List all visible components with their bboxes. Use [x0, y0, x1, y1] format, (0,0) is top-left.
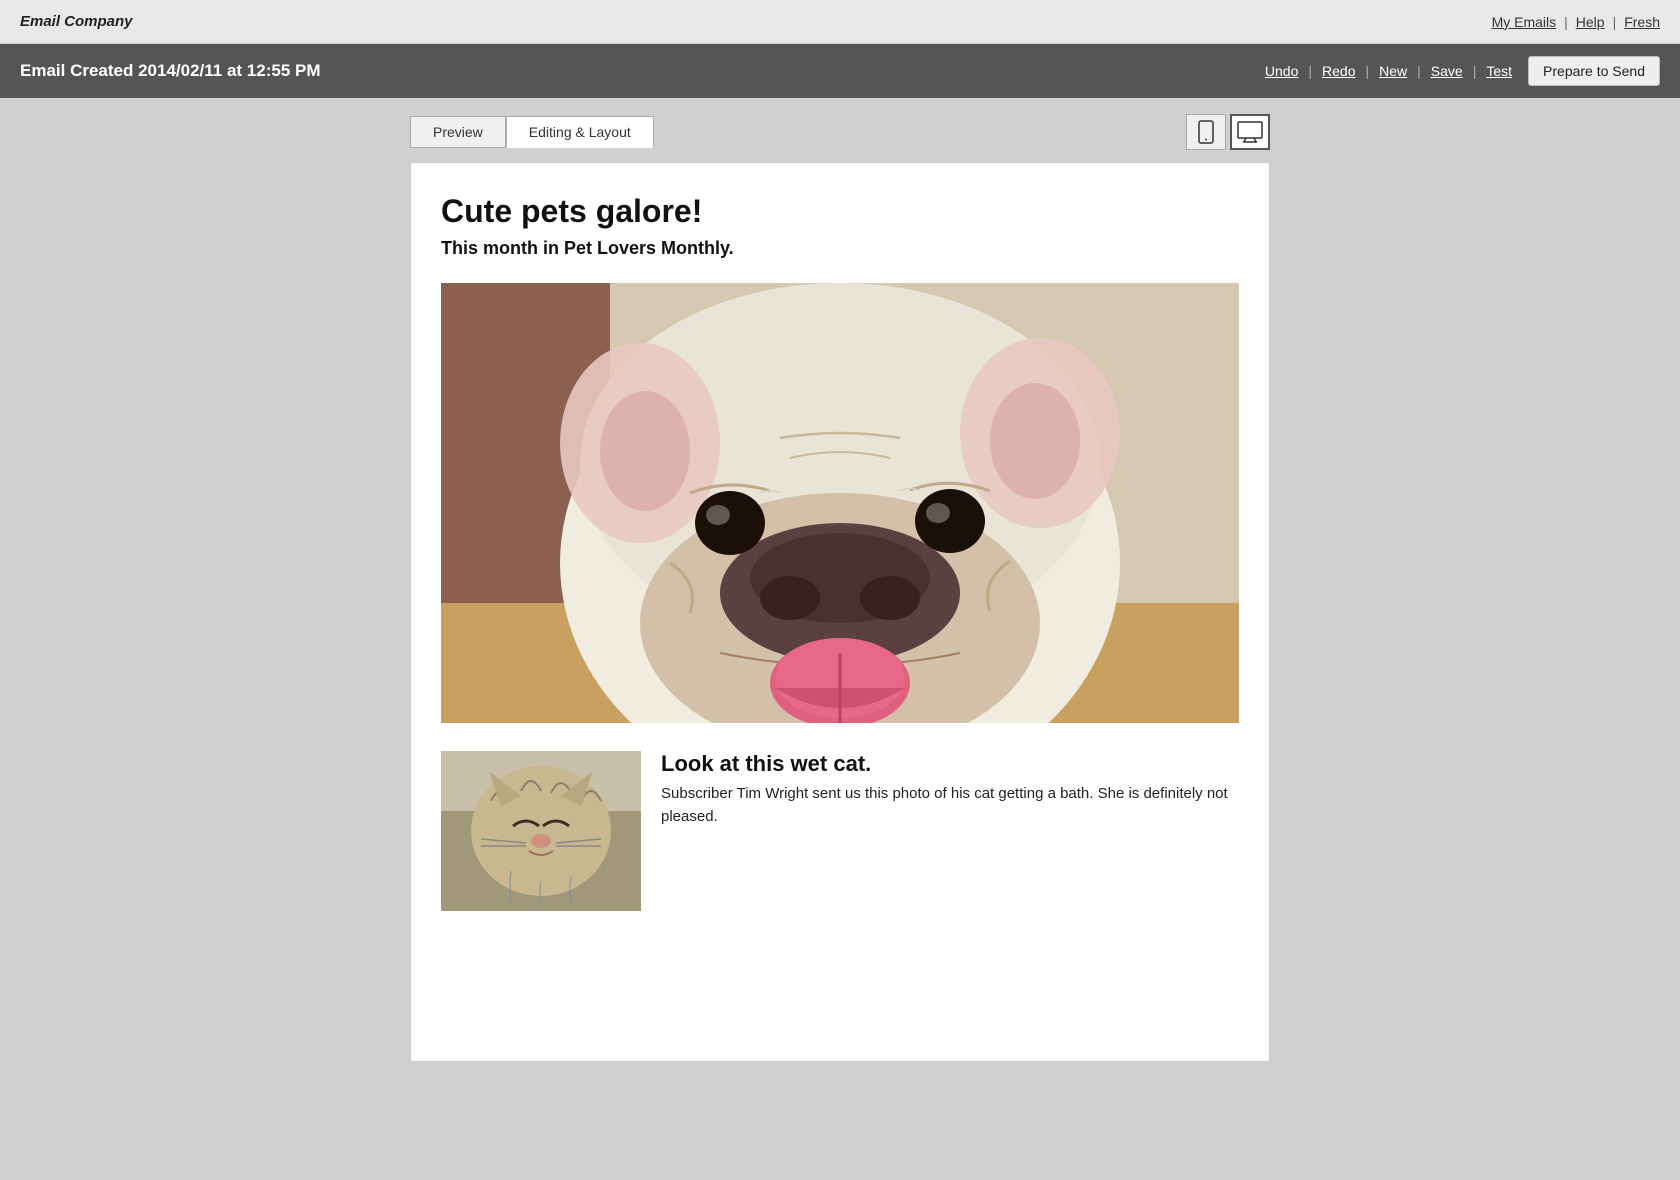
tab-bar: Preview Editing & Layout — [410, 114, 1270, 150]
cat-svg — [441, 751, 641, 911]
prepare-to-send-button[interactable]: Prepare to Send — [1528, 56, 1660, 86]
my-emails-link[interactable]: My Emails — [1492, 14, 1557, 30]
device-toggles — [1186, 114, 1270, 150]
email-heading: Cute pets galore! — [441, 193, 1239, 230]
email-preview-panel: Cute pets galore! This month in Pet Love… — [410, 162, 1270, 1062]
content-area: Preview Editing & Layout — [0, 98, 1680, 1078]
save-button[interactable]: Save — [1427, 63, 1467, 79]
top-nav-links: My Emails | Help | Fresh — [1492, 14, 1660, 30]
new-button[interactable]: New — [1375, 63, 1411, 79]
email-subheading: This month in Pet Lovers Monthly. — [441, 238, 1239, 259]
help-link[interactable]: Help — [1576, 14, 1605, 30]
bottom-content-row: Look at this wet cat. Subscriber Tim Wri… — [441, 751, 1239, 911]
main-pet-image — [441, 283, 1239, 723]
test-button[interactable]: Test — [1482, 63, 1516, 79]
undo-button[interactable]: Undo — [1261, 63, 1302, 79]
top-navigation: Email Company My Emails | Help | Fresh — [0, 0, 1680, 44]
toolbar-actions: Undo | Redo | New | Save | Test Prepare … — [1261, 56, 1660, 86]
small-pet-image — [441, 751, 641, 911]
main-image-container — [441, 283, 1239, 723]
tab-preview[interactable]: Preview — [410, 116, 506, 148]
dog-svg — [441, 283, 1239, 723]
tab-editing-layout[interactable]: Editing & Layout — [506, 116, 654, 148]
monitor-icon — [1237, 121, 1263, 143]
toolbar: Email Created 2014/02/11 at 12:55 PM Und… — [0, 44, 1680, 98]
fresh-link[interactable]: Fresh — [1624, 14, 1660, 30]
mobile-view-button[interactable] — [1186, 114, 1226, 150]
bottom-heading: Look at this wet cat. — [661, 751, 1239, 777]
tab-bar-left: Preview Editing & Layout — [410, 116, 654, 148]
desktop-view-button[interactable] — [1230, 114, 1270, 150]
phone-icon — [1197, 120, 1215, 144]
sep2: | — [1613, 14, 1617, 30]
email-title-bar: Email Created 2014/02/11 at 12:55 PM — [20, 61, 321, 81]
bottom-body: Subscriber Tim Wright sent us this photo… — [661, 783, 1239, 828]
sep1: | — [1564, 14, 1568, 30]
bottom-text-block: Look at this wet cat. Subscriber Tim Wri… — [661, 751, 1239, 828]
brand-name: Email Company — [20, 13, 133, 30]
redo-button[interactable]: Redo — [1318, 63, 1359, 79]
